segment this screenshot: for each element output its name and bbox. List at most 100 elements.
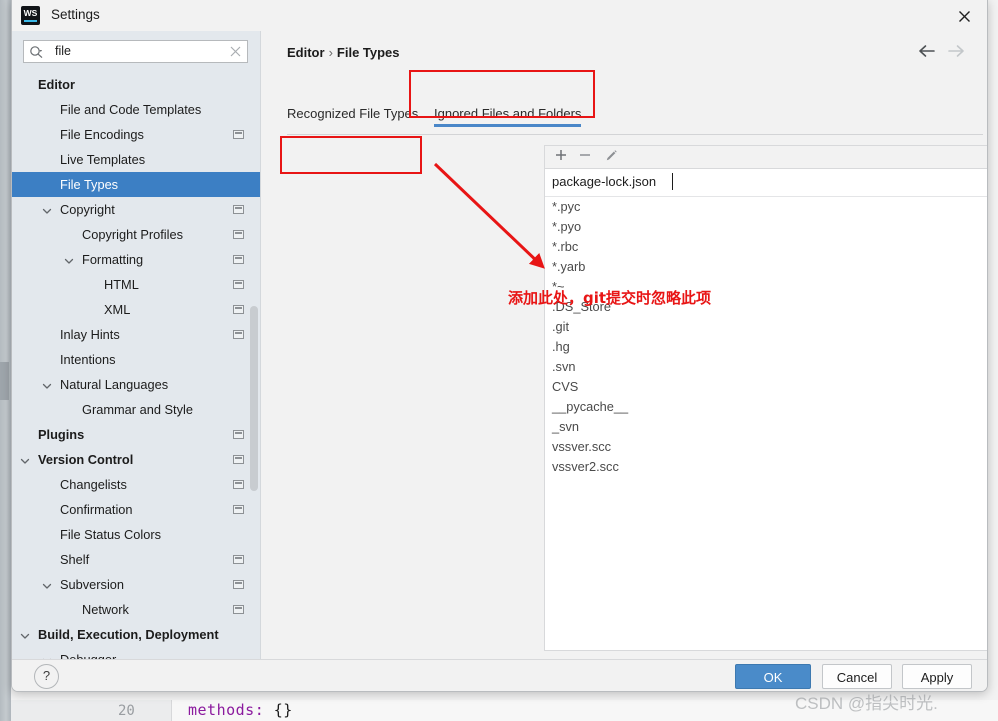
background-line-number: 20 bbox=[118, 703, 135, 719]
cancel-button[interactable]: Cancel bbox=[822, 664, 892, 689]
list-item[interactable]: .DS_Store bbox=[545, 297, 987, 317]
chevron-down-icon[interactable] bbox=[18, 622, 32, 647]
chevron-down-icon[interactable] bbox=[40, 647, 54, 659]
sidebar-item-debugger[interactable]: Debugger bbox=[12, 647, 260, 659]
sidebar-item-confirmation[interactable]: Confirmation bbox=[12, 497, 260, 522]
list-item[interactable]: vssver.scc bbox=[545, 437, 987, 457]
sidebar-item-label: File Types bbox=[60, 177, 119, 192]
sidebar-item-natural-languages[interactable]: Natural Languages bbox=[12, 372, 260, 397]
sidebar-item-file-and-code-templates[interactable]: File and Code Templates bbox=[12, 97, 260, 122]
sidebar-item-file-status-colors[interactable]: File Status Colors bbox=[12, 522, 260, 547]
sidebar-item-label: Editor bbox=[38, 77, 75, 92]
sidebar-item-plugins[interactable]: Plugins bbox=[12, 422, 260, 447]
sidebar-item-label: Live Templates bbox=[60, 152, 146, 167]
list-item[interactable]: *.rbc bbox=[545, 237, 987, 257]
list-item[interactable]: *~ bbox=[545, 277, 987, 297]
text-caret bbox=[672, 173, 673, 190]
sidebar-item-subversion[interactable]: Subversion bbox=[12, 572, 260, 597]
sidebar-item-xml[interactable]: XML bbox=[12, 297, 260, 322]
list-toolbar bbox=[544, 145, 987, 168]
breadcrumb-root: Editor bbox=[287, 45, 325, 60]
ignored-files-list[interactable]: package-lock.json *.pyc *.pyo *.rbc *.yarb *… bbox=[544, 168, 987, 651]
settings-sidebar: file Editor File and Code Templates File E… bbox=[12, 31, 261, 659]
sidebar-item-changelists[interactable]: Changelists bbox=[12, 472, 260, 497]
sidebar-item-intentions[interactable]: Intentions bbox=[12, 347, 260, 372]
search-input[interactable]: file bbox=[23, 40, 248, 63]
settings-sync-icon bbox=[233, 305, 244, 314]
sidebar-item-formatting[interactable]: Formatting bbox=[12, 247, 260, 272]
background-tool-strip bbox=[0, 0, 11, 721]
list-items-container: *.pyc *.pyo *.rbc *.yarb *~ .DS_Store .git .hg.… bbox=[545, 197, 987, 477]
settings-sync-icon bbox=[233, 230, 244, 239]
list-item[interactable]: *.pyo bbox=[545, 217, 987, 237]
settings-sync-icon bbox=[233, 455, 244, 464]
tab-recognized-file-types[interactable]: Recognized File Types bbox=[287, 106, 418, 121]
sidebar-item-file-types[interactable]: File Types bbox=[12, 172, 260, 197]
sidebar-item-label: Version Control bbox=[38, 452, 134, 467]
list-item[interactable]: __pycache__ bbox=[545, 397, 987, 417]
help-button[interactable]: ? bbox=[34, 664, 59, 689]
list-item[interactable]: .svn bbox=[545, 357, 987, 377]
sidebar-item-label: Natural Languages bbox=[60, 377, 169, 392]
list-item[interactable]: CVS bbox=[545, 377, 987, 397]
sidebar-item-label: Network bbox=[82, 602, 129, 617]
sidebar-item-version-control[interactable]: Version Control bbox=[12, 447, 260, 472]
breadcrumb: Editor › File Types bbox=[287, 45, 400, 60]
sidebar-item-label: HTML bbox=[104, 277, 139, 292]
sidebar-scrollbar-thumb[interactable] bbox=[250, 306, 258, 491]
settings-sync-icon bbox=[233, 205, 244, 214]
sidebar-item-build-execution-deployment[interactable]: Build, Execution, Deployment bbox=[12, 622, 260, 647]
title-bar: WS Settings bbox=[12, 0, 987, 32]
list-item[interactable]: vssver2.scc bbox=[545, 457, 987, 477]
chevron-down-icon[interactable] bbox=[18, 447, 32, 472]
settings-sync-icon bbox=[233, 555, 244, 564]
nav-back-button[interactable] bbox=[915, 44, 937, 64]
list-item[interactable]: _svn bbox=[545, 417, 987, 437]
search-icon bbox=[29, 45, 44, 65]
sidebar-item-live-templates[interactable]: Live Templates bbox=[12, 147, 260, 172]
clear-icon[interactable] bbox=[229, 45, 242, 63]
list-edit-row[interactable]: package-lock.json bbox=[545, 169, 987, 197]
chevron-down-icon[interactable] bbox=[40, 197, 54, 222]
sidebar-item-label: Plugins bbox=[38, 427, 85, 442]
sidebar-item-file-encodings[interactable]: File Encodings bbox=[12, 122, 260, 147]
sidebar-item-shelf[interactable]: Shelf bbox=[12, 547, 260, 572]
list-item[interactable]: *.yarb bbox=[545, 257, 987, 277]
breadcrumb-separator: › bbox=[328, 45, 333, 60]
apply-button[interactable]: Apply bbox=[902, 664, 972, 689]
search-input-value: file bbox=[55, 44, 71, 58]
sidebar-item-copyright[interactable]: Copyright bbox=[12, 197, 260, 222]
list-item[interactable]: .hg bbox=[545, 337, 987, 357]
list-item[interactable]: *.pyc bbox=[545, 197, 987, 217]
sidebar-item-label: Copyright Profiles bbox=[82, 227, 183, 242]
chevron-down-icon[interactable] bbox=[40, 372, 54, 397]
nav-forward-button[interactable] bbox=[945, 44, 967, 64]
ok-button[interactable]: OK bbox=[735, 664, 811, 689]
pencil-icon[interactable] bbox=[601, 148, 621, 167]
settings-content: Editor › File Types Recognized File Types … bbox=[261, 31, 987, 671]
list-item[interactable]: .git bbox=[545, 317, 987, 337]
close-icon[interactable] bbox=[949, 4, 979, 28]
chevron-down-icon[interactable] bbox=[62, 247, 76, 272]
settings-sync-icon bbox=[233, 605, 244, 614]
background-tool-tab bbox=[0, 362, 9, 400]
settings-sync-icon bbox=[233, 430, 244, 439]
sidebar-item-label: Intentions bbox=[60, 352, 116, 367]
dialog-footer: ? OK Cancel Apply bbox=[12, 659, 987, 691]
sidebar-item-html[interactable]: HTML bbox=[12, 272, 260, 297]
minus-icon[interactable] bbox=[575, 148, 595, 167]
tab-ignored-files-and-folders[interactable]: Ignored Files and Folders bbox=[434, 106, 582, 127]
sidebar-item-label: Formatting bbox=[82, 252, 144, 267]
settings-sync-icon bbox=[233, 480, 244, 489]
sidebar-item-grammar-and-style[interactable]: Grammar and Style bbox=[12, 397, 260, 422]
sidebar-item-network[interactable]: Network bbox=[12, 597, 260, 622]
sidebar-item-editor[interactable]: Editor bbox=[12, 72, 260, 97]
sidebar-item-label: Confirmation bbox=[60, 502, 133, 517]
sidebar-item-copyright-profiles[interactable]: Copyright Profiles bbox=[12, 222, 260, 247]
sidebar-item-inlay-hints[interactable]: Inlay Hints bbox=[12, 322, 260, 347]
chevron-down-icon[interactable] bbox=[40, 572, 54, 597]
sidebar-item-label: XML bbox=[104, 302, 131, 317]
settings-dialog: WS Settings file Editor File and Code Te… bbox=[11, 0, 988, 692]
settings-sync-icon bbox=[233, 580, 244, 589]
plus-icon[interactable] bbox=[551, 148, 571, 167]
